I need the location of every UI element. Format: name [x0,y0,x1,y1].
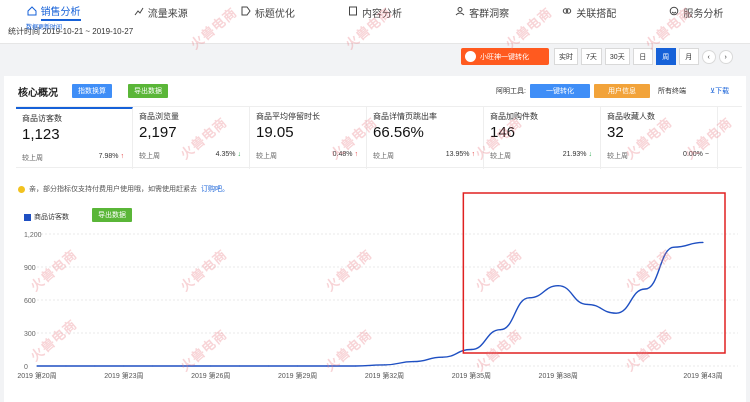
metric-card[interactable]: 商品访客数 1,123 较上周 7.98% ↑ [16,107,133,169]
metric-title: 商品浏览量 [139,112,179,121]
metric-switch-button[interactable]: 指数换算 [72,84,112,98]
mascot-icon [465,51,476,62]
metric-change-value: 4.35% [215,151,236,158]
metric-compare-label: 较上周 [139,153,160,160]
next-arrow-icon[interactable]: › [718,50,733,64]
subscribe-link[interactable]: 订购吧。 [201,184,229,194]
user-icon [455,6,465,19]
chart-legend[interactable]: 商品访客数 [24,212,69,222]
home-icon [27,5,37,19]
export-data-button[interactable]: 导出数据 [128,84,168,98]
download-link[interactable]: ⊻下载 [710,86,729,96]
link-icon [562,6,572,19]
range-selector: 实时 7天 30天日周月 ‹ › [554,48,733,65]
metric-value: 1,123 [22,126,60,143]
tab-label: 销售分析 [40,3,81,21]
metric-change-value: 13.95% [445,151,470,158]
metric-value: 66.56% [373,124,424,141]
legend-swatch [24,213,31,221]
arrow-up-icon: ↑ [354,151,359,158]
range-button[interactable]: 日 [632,48,653,65]
bulb-icon [18,185,25,193]
legend-label: 商品访客数 [34,214,69,221]
metric-compare-label: 较上周 [22,155,43,162]
arrow-down-icon: ↓ [237,151,242,158]
promo-button[interactable]: 小旺神一键转化 [461,48,549,65]
terminal-select[interactable]: 所有终端 [658,86,686,96]
arrow-up-icon: ↑ [120,153,125,160]
tab-label: 标题优化 [254,8,295,20]
notice-text: 亲，部分指标仅支持付费用户使用哦，如需使用赶紧去 [29,186,197,193]
metric-change-value: 7.98% [98,153,119,160]
metric-change: 21.93% ↓ [563,151,592,158]
range-button[interactable]: 实时 [554,48,578,65]
metric-card[interactable]: 商品详情页跳出率 66.56% 较上周 13.95% ↑ [367,107,484,169]
metric-change-value: 21.93% [562,151,587,158]
tab-label: 流量来源 [147,8,188,20]
data-update-label: 数据更新时间 [26,25,63,31]
tab-service[interactable]: 服务分析 [643,0,750,24]
metric-change: 13.95% ↑ [446,151,475,158]
notice-bar: 亲，部分指标仅支持付费用户使用哦，如需使用赶紧去 订购吧。 [18,184,229,194]
range-button[interactable]: 月 [678,48,699,65]
date-range: 数据更新时间 统计时间 2019-10-21 ~ 2019-10-27 [8,25,133,37]
one-click-convert-button[interactable]: 一键转化 [530,84,590,98]
metric-compare-label: 较上周 [256,153,277,160]
tag-icon [241,6,251,19]
metric-change: 4.35% ↓ [216,151,241,158]
arrow-down-icon: ↓ [588,151,593,158]
chart-icon [134,6,144,19]
metric-title: 商品详情页跳出率 [373,112,437,121]
tab-chart[interactable]: 流量来源 [107,0,214,24]
tab-label: 客群洞察 [469,8,510,20]
prev-arrow-icon[interactable]: ‹ [701,50,716,64]
section-title: 核心概况 [18,88,58,99]
range-button[interactable]: 7天 [581,48,602,65]
tab-home[interactable]: 销售分析 [0,0,107,24]
chart-export-button[interactable]: 导出数据 [92,208,132,222]
metric-title: 商品访客数 [22,114,62,123]
dash-icon: − [704,151,709,158]
metric-change: 7.98% ↑ [99,153,124,160]
metric-compare-label: 较上周 [373,153,394,160]
metric-title: 商品平均停留时长 [256,112,320,121]
tab-label: 关联搭配 [576,8,617,20]
user-info-button[interactable]: 用户信息 [594,84,650,98]
promo-label: 小旺神一键转化 [480,53,529,61]
range-button[interactable]: 30天 [604,48,630,65]
tools-label: 阿明工具: [496,88,526,95]
doc-icon [348,6,358,19]
range-button[interactable]: 周 [655,48,676,65]
